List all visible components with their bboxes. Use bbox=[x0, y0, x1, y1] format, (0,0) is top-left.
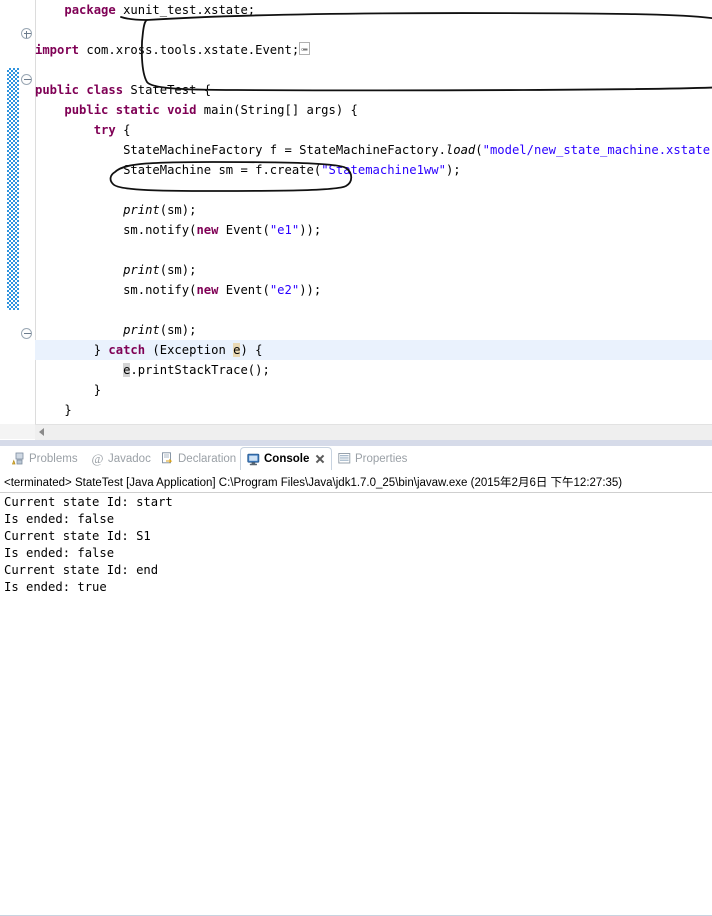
fold-collapse-print-icon[interactable] bbox=[21, 328, 32, 339]
tab-label: Console bbox=[264, 453, 310, 465]
fold-expand-import-icon[interactable] bbox=[21, 28, 32, 39]
tab-javadoc[interactable]: @ Javadoc bbox=[85, 448, 157, 469]
console-header-separator bbox=[0, 492, 712, 493]
tab-label: Problems bbox=[29, 452, 78, 465]
tab-declaration[interactable]: Declaration bbox=[155, 448, 242, 469]
code-line: public static void main(String[] args) { bbox=[64, 103, 358, 117]
code-line: e.printStackTrace(); bbox=[123, 363, 270, 377]
code-line: package xunit_test.xstate; bbox=[64, 3, 256, 17]
code-line: public class StateTest { bbox=[35, 83, 212, 97]
console-process-label: <terminated> StateTest [Java Application… bbox=[4, 477, 623, 489]
changed-lines-marker bbox=[7, 68, 19, 310]
console-icon bbox=[247, 453, 260, 466]
tab-label: Javadoc bbox=[108, 452, 151, 465]
tab-properties[interactable]: Properties bbox=[332, 448, 413, 469]
tab-label: Properties bbox=[355, 452, 408, 465]
code-area[interactable]: package xunit_test.xstate; import com.xr… bbox=[35, 0, 712, 424]
java-editor[interactable]: package xunit_test.xstate; import com.xr… bbox=[0, 0, 712, 424]
folding-gutter[interactable] bbox=[19, 0, 36, 424]
console-view[interactable]: <terminated> StateTest [Java Application… bbox=[0, 470, 712, 595]
code-line: StateMachineFactory f = StateMachineFact… bbox=[123, 143, 712, 157]
problems-icon bbox=[11, 452, 25, 465]
code-line: try { bbox=[93, 123, 131, 137]
code-line: } catch (Exception e) { bbox=[93, 343, 263, 357]
declaration-icon bbox=[161, 452, 174, 465]
code-line: StateMachine sm = f.create("Statemachine… bbox=[123, 163, 461, 177]
view-tab-bar[interactable]: Problems @ Javadoc Declaration Console P… bbox=[0, 446, 712, 916]
code-line: print(sm); bbox=[123, 263, 197, 277]
source-code[interactable]: package xunit_test.xstate; import com.xr… bbox=[35, 0, 712, 424]
tab-label: Declaration bbox=[178, 452, 237, 465]
fold-collapse-main-icon[interactable] bbox=[21, 74, 32, 85]
tab-problems[interactable]: Problems bbox=[6, 448, 84, 469]
properties-icon bbox=[338, 452, 351, 465]
editor-horizontal-scrollbar[interactable] bbox=[35, 424, 712, 440]
scrollbar-corner bbox=[0, 424, 35, 439]
code-line: print(sm); bbox=[123, 323, 197, 337]
javadoc-at-icon: @ bbox=[91, 451, 104, 466]
console-output: Current state Id: start Is ended: false … bbox=[4, 495, 173, 594]
code-line: } bbox=[64, 403, 72, 417]
code-line: import com.xross.tools.xstate.Event; bbox=[35, 40, 712, 60]
close-icon[interactable] bbox=[315, 454, 325, 464]
code-line: print(sm); bbox=[123, 203, 197, 217]
code-line: } bbox=[93, 383, 102, 397]
code-line: sm.notify(new Event("e1")); bbox=[123, 223, 322, 237]
tab-console[interactable]: Console bbox=[240, 447, 333, 470]
eclipse-ide-window: package xunit_test.xstate; import com.xr… bbox=[0, 0, 712, 916]
change-marker-gutter bbox=[0, 0, 19, 424]
scroll-left-arrow-icon[interactable] bbox=[39, 428, 44, 436]
code-line: sm.notify(new Event("e2")); bbox=[123, 283, 322, 297]
